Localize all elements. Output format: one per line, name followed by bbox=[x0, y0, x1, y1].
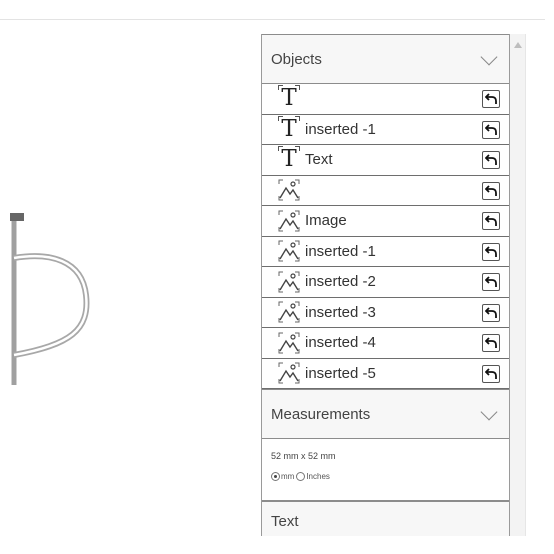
object-item-label: inserted -3 bbox=[305, 303, 376, 321]
object-item-label: inserted -4 bbox=[305, 334, 376, 352]
image-frame-icon bbox=[276, 208, 302, 234]
image-frame-icon bbox=[276, 238, 302, 264]
object-list-item[interactable]: inserted -2 bbox=[262, 267, 509, 298]
image-frame-icon bbox=[276, 177, 302, 203]
unit-mm-radio[interactable] bbox=[271, 472, 280, 481]
unit-selector: mm Inches bbox=[271, 472, 509, 481]
undo-arrow-icon[interactable] bbox=[482, 334, 500, 352]
image-frame-icon bbox=[276, 360, 302, 386]
object-item-label: inserted -1 bbox=[305, 120, 376, 138]
object-list-item[interactable]: inserted -4 bbox=[262, 328, 509, 359]
object-item-label: inserted -1 bbox=[305, 242, 376, 260]
panel-scrollbar[interactable] bbox=[510, 34, 526, 536]
text-section-title: Text bbox=[271, 513, 299, 530]
object-list-item[interactable]: Image bbox=[262, 206, 509, 237]
unit-mm-label: mm bbox=[281, 472, 295, 481]
unit-inches-label: Inches bbox=[306, 472, 330, 481]
objects-section-header[interactable]: Objects bbox=[262, 34, 509, 84]
properties-panel: Objects T Tinserted -1 T Text Image inserted … bbox=[261, 34, 510, 536]
object-item-label: inserted -5 bbox=[305, 364, 376, 382]
image-frame-icon bbox=[276, 269, 302, 295]
undo-arrow-icon[interactable] bbox=[482, 303, 500, 322]
undo-arrow-icon[interactable] bbox=[482, 120, 500, 139]
measurement-size: 52 mm x 52 mm bbox=[271, 451, 336, 461]
objects-section-title: Objects bbox=[271, 50, 322, 68]
shape-handle[interactable] bbox=[10, 213, 24, 221]
object-item-label: inserted -2 bbox=[305, 273, 376, 291]
unit-inches-radio[interactable] bbox=[296, 472, 306, 481]
undo-arrow-icon[interactable] bbox=[482, 212, 500, 230]
measurements-section-header[interactable]: Measurements bbox=[262, 389, 509, 439]
object-item-label: Text bbox=[305, 151, 333, 169]
undo-arrow-icon[interactable] bbox=[482, 273, 500, 291]
undo-arrow-icon[interactable] bbox=[482, 181, 500, 200]
text-section-header[interactable]: Text bbox=[262, 501, 509, 536]
text-frame-icon: T bbox=[278, 146, 301, 173]
undo-arrow-icon[interactable] bbox=[482, 364, 500, 383]
undo-arrow-icon[interactable] bbox=[482, 151, 500, 169]
object-item-label: Image bbox=[305, 212, 347, 230]
object-list-item[interactable]: T Text bbox=[262, 145, 509, 176]
object-list-item[interactable] bbox=[262, 176, 509, 206]
image-frame-icon bbox=[276, 330, 302, 356]
measurements-body: 52 mm x 52 mm mm Inches bbox=[262, 439, 509, 501]
undo-arrow-icon[interactable] bbox=[482, 242, 500, 261]
shape-curve-inner bbox=[13, 254, 88, 357]
design-canvas[interactable] bbox=[0, 20, 260, 554]
chevron-down-icon[interactable] bbox=[480, 403, 498, 421]
measurements-section-title: Measurements bbox=[271, 405, 371, 423]
object-list-item[interactable]: inserted -5 bbox=[262, 359, 509, 389]
objects-list: T Tinserted -1 T Text Image inserted -1 insert… bbox=[262, 84, 509, 389]
chevron-down-icon[interactable] bbox=[480, 48, 498, 66]
undo-arrow-icon[interactable] bbox=[482, 90, 500, 108]
object-list-item[interactable]: Tinserted -1 bbox=[262, 115, 509, 145]
image-frame-icon bbox=[276, 299, 302, 325]
canvas-shape[interactable] bbox=[0, 190, 100, 410]
object-list-item[interactable]: T bbox=[262, 84, 509, 115]
object-list-item[interactable]: inserted -3 bbox=[262, 298, 509, 328]
text-frame-icon: T bbox=[278, 85, 301, 112]
scroll-up-arrow-icon[interactable] bbox=[514, 42, 522, 48]
object-list-item[interactable]: inserted -1 bbox=[262, 237, 509, 267]
text-frame-icon: T bbox=[278, 115, 301, 142]
